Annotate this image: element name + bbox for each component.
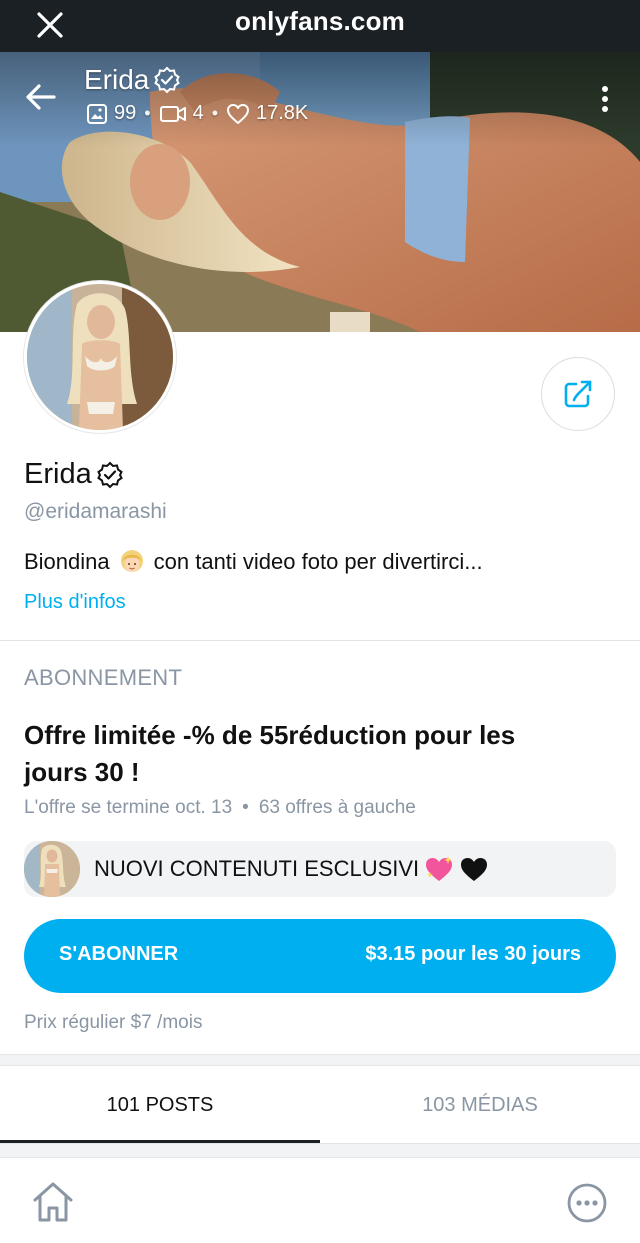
tab-posts[interactable]: 101 POSTS bbox=[0, 1066, 320, 1144]
blonde-person-emoji-icon bbox=[120, 550, 143, 572]
sparkling-heart-icon bbox=[426, 856, 453, 881]
share-button[interactable] bbox=[541, 357, 615, 431]
verified-badge-icon bbox=[154, 66, 181, 94]
offer-title: Offre limitée -% de 55réduction pour les… bbox=[24, 720, 516, 787]
regular-price: Prix régulier $7 /mois bbox=[24, 1012, 203, 1033]
videos-count: 4 bbox=[192, 102, 204, 124]
bio-text-end: con tanti video foto per divertirci... bbox=[153, 549, 483, 574]
offers-left: 63 offres à gauche bbox=[258, 797, 416, 818]
cover-title: Erida bbox=[84, 64, 181, 96]
avatar[interactable] bbox=[24, 281, 176, 433]
home-icon[interactable] bbox=[30, 1180, 76, 1224]
videos-stat: 4 bbox=[159, 102, 204, 125]
promo-message: NUOVI CONTENUTI ESCLUSIVI bbox=[24, 841, 616, 897]
tab-media[interactable]: 103 MÉDIAS bbox=[320, 1066, 640, 1144]
heart-icon bbox=[227, 103, 249, 124]
black-heart-icon bbox=[461, 858, 488, 881]
meta-separator: • bbox=[242, 797, 249, 818]
profile-name: Erida bbox=[24, 458, 124, 491]
subscribe-button[interactable]: S'ABONNER $3.15 pour les 30 jours bbox=[24, 919, 616, 993]
likes-count: 17.8K bbox=[256, 102, 309, 124]
promo-text: NUOVI CONTENUTI ESCLUSIVI bbox=[94, 854, 489, 884]
likes-stat: 17.8K bbox=[226, 102, 308, 125]
promo-avatar-photo bbox=[24, 841, 80, 897]
offer-meta: L'offre se termine oct. 13 • 63 offres à… bbox=[24, 797, 416, 819]
image-icon bbox=[87, 103, 107, 124]
stat-separator: • bbox=[144, 103, 151, 123]
more-horizontal-icon[interactable] bbox=[566, 1182, 608, 1224]
promo-message-text: NUOVI CONTENUTI ESCLUSIVI bbox=[94, 856, 420, 881]
share-icon bbox=[564, 380, 592, 408]
cover-name: Erida bbox=[84, 64, 150, 95]
more-vertical-icon[interactable] bbox=[594, 84, 616, 114]
verified-badge-icon bbox=[96, 461, 123, 488]
profile-handle: @eridamarashi bbox=[24, 500, 167, 523]
divider bbox=[0, 640, 640, 641]
photos-stat: 99 bbox=[86, 102, 136, 125]
more-info-link[interactable]: Plus d'infos bbox=[24, 591, 126, 614]
bottom-nav bbox=[0, 1158, 640, 1243]
promo-avatar bbox=[24, 841, 80, 897]
profile-name-text: Erida bbox=[24, 458, 92, 490]
offer-ends: L'offre se termine oct. 13 bbox=[24, 797, 233, 818]
profile-tabs: 101 POSTS 103 MÉDIAS bbox=[0, 1066, 640, 1144]
cover-stats: 99 • 4 • 17.8K bbox=[86, 102, 308, 125]
stat-separator: • bbox=[211, 103, 218, 123]
section-separator bbox=[0, 1144, 640, 1158]
browser-bar: onlyfans.com bbox=[0, 0, 640, 52]
section-separator bbox=[0, 1054, 640, 1066]
subscribe-price: $3.15 pour les 30 jours bbox=[365, 943, 581, 965]
subscribe-label: S'ABONNER bbox=[59, 943, 179, 965]
photos-count: 99 bbox=[114, 102, 137, 124]
video-camera-icon bbox=[159, 105, 186, 122]
avatar-photo bbox=[27, 284, 173, 430]
back-arrow-icon[interactable] bbox=[24, 80, 58, 114]
bio-text-start: Biondina bbox=[24, 549, 110, 574]
subscription-label: ABONNEMENT bbox=[24, 665, 183, 690]
profile-bio: Biondina con tanti video foto per divert… bbox=[24, 548, 483, 576]
browser-url[interactable]: onlyfans.com bbox=[0, 6, 640, 37]
